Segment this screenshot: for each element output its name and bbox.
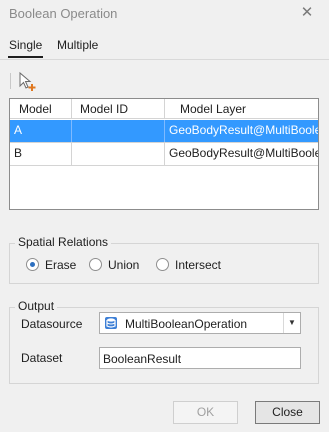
column-header-model-layer[interactable]: Model Layer <box>164 99 318 119</box>
output-legend: Output <box>15 299 58 313</box>
datasource-label: Datasource <box>21 317 83 331</box>
radio-button-icon <box>89 258 102 271</box>
column-header-model[interactable]: Model <box>10 99 71 119</box>
close-icon[interactable]: ✕ <box>297 4 317 22</box>
tab-multiple[interactable]: Multiple <box>57 36 98 58</box>
cell-model-layer: GeoBodyResult@MultiBooleanOperation <box>164 120 318 142</box>
radio-button-icon <box>156 258 169 271</box>
database-icon <box>104 316 118 330</box>
column-header-model-id[interactable]: Model ID <box>71 99 164 119</box>
select-add-icon[interactable] <box>16 70 40 92</box>
close-button[interactable]: Close <box>255 401 320 424</box>
radio-label: Union <box>108 258 140 272</box>
ok-button[interactable]: OK <box>173 401 238 424</box>
dataset-input[interactable] <box>103 351 293 366</box>
table-row[interactable]: A GeoBodyResult@MultiBooleanOperation <box>10 120 318 143</box>
model-table: Model Model ID Model Layer A GeoBodyResu… <box>9 98 319 210</box>
radio-label: Erase <box>45 258 77 272</box>
datasource-value: MultiBooleanOperation <box>125 317 248 331</box>
dataset-label: Dataset <box>21 351 63 365</box>
title-bar: Boolean Operation ✕ <box>0 0 329 28</box>
datasource-select[interactable]: MultiBooleanOperation ▼ <box>99 312 301 334</box>
tab-divider <box>0 59 329 60</box>
cell-model-layer: GeoBodyResult@MultiBooleanOperation <box>164 143 318 165</box>
window-title: Boolean Operation <box>9 6 118 21</box>
toolbar-separator <box>10 73 11 89</box>
dataset-field[interactable] <box>99 347 301 369</box>
tab-single[interactable]: Single <box>8 36 44 58</box>
chevron-down-icon[interactable]: ▼ <box>283 313 300 333</box>
cell-model: A <box>10 120 71 142</box>
cell-model-id <box>71 120 164 142</box>
spatial-relations-legend: Spatial Relations <box>15 235 112 249</box>
cell-model: B <box>14 146 23 160</box>
table-header: Model Model ID Model Layer <box>10 99 318 119</box>
radio-label: Intersect <box>175 258 222 272</box>
table-row[interactable]: B GeoBodyResult@MultiBooleanOperation <box>10 143 318 166</box>
tab-strip: Single Multiple <box>0 36 329 60</box>
radio-button-icon <box>26 258 39 271</box>
cell-model-id <box>71 143 164 165</box>
